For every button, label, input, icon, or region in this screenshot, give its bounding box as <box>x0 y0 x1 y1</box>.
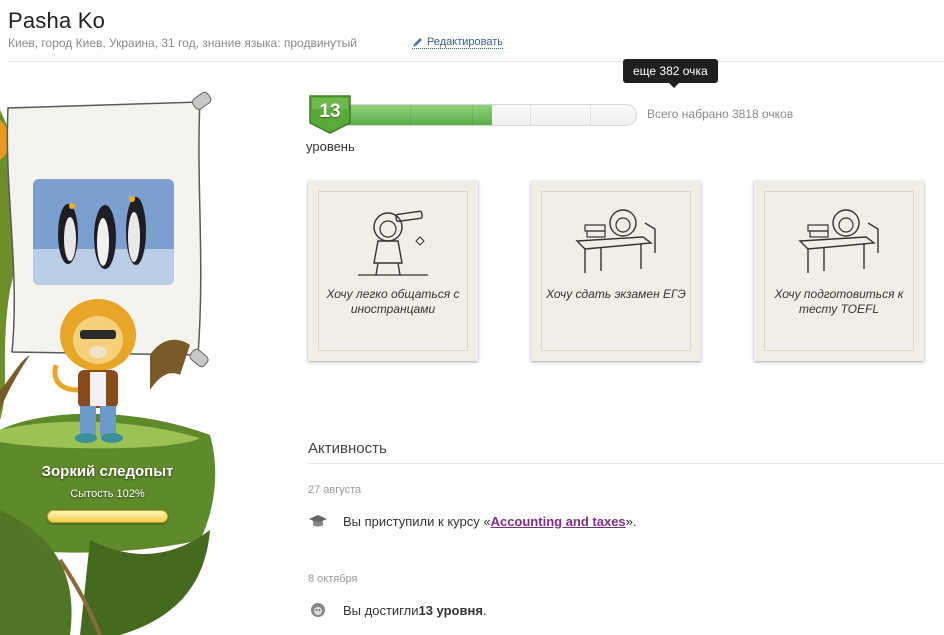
status-title: Зоркий следопыт <box>41 463 174 480</box>
goal-text: Хочу подготовиться к тесту TOEFL <box>774 287 904 316</box>
event-text-suffix: ». <box>625 513 637 529</box>
lion-telescope-icon <box>358 210 428 276</box>
level-caption: уровень <box>306 139 355 154</box>
profile-header: Pasha Ko Киев, город Киев, Украина, 31 г… <box>8 6 944 62</box>
pencil-icon <box>413 38 422 47</box>
activity-date: 27 августа <box>308 484 362 496</box>
progress-divider <box>472 105 473 125</box>
course-link[interactable]: Accounting and taxes <box>491 514 626 529</box>
activity-event-course: Вы приступили к курсу « Accounting and t… <box>308 513 637 529</box>
activity-title: Активность <box>308 440 387 457</box>
total-points: Всего набрано 3818 очков <box>647 107 794 121</box>
event-text-prefix: Вы приступили к курсу « <box>343 513 491 529</box>
progress-divider <box>410 105 411 125</box>
penguins-photo <box>33 179 174 285</box>
edit-profile-link[interactable]: Редактировать <box>412 36 503 49</box>
mascot-area: Зоркий следопыт Сытость 102% <box>0 90 225 635</box>
event-text-suffix: . <box>482 602 487 618</box>
points-tooltip: еще 382 очка <box>623 59 718 88</box>
level-number: 13 <box>319 101 341 122</box>
activity-event-level: Вы достигли 13 уровня . <box>308 602 487 618</box>
edit-profile-label: Редактировать <box>427 36 503 48</box>
level-reached: 13 уровня <box>418 602 483 618</box>
goal-card-ege[interactable]: Хочу сдать экзамен ЕГЭ <box>531 181 701 361</box>
progress-divider <box>590 105 591 125</box>
mascot-scene <box>0 91 216 635</box>
goal-text: Хочу легко общаться с иностранцами <box>326 287 460 316</box>
activity-date: 8 октября <box>308 573 358 585</box>
level-progress-bar <box>347 104 637 126</box>
satiety-label: Сытость 102% <box>70 488 145 500</box>
graduation-cap-icon <box>309 515 327 527</box>
lion-desk-icon <box>575 209 656 273</box>
profile-name: Pasha Ko <box>8 8 106 33</box>
activity-divider <box>308 463 944 464</box>
goal-card-toefl[interactable]: Хочу подготовиться к тесту TOEFL <box>754 181 924 361</box>
lion-face-icon <box>311 603 325 617</box>
progress-divider <box>530 105 531 125</box>
event-text-prefix: Вы достигли <box>343 602 419 618</box>
profile-info: Киев, город Киев, Украина, 31 год, знани… <box>8 36 357 50</box>
satiety-bar <box>47 510 168 523</box>
goal-card-communicate[interactable]: Хочу легко общаться с иностранцами <box>308 181 478 361</box>
profile-photo[interactable] <box>33 179 174 285</box>
lion-desk-icon <box>798 209 879 273</box>
level-progress-fill <box>348 105 492 125</box>
goal-text: Хочу сдать экзамен ЕГЭ <box>546 287 686 301</box>
